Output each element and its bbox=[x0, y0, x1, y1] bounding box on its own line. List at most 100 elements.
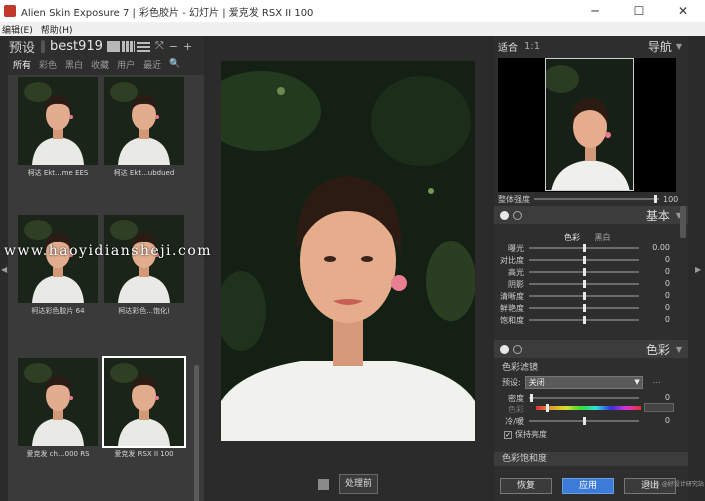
slider-knob[interactable] bbox=[583, 244, 586, 252]
adjustment-slider[interactable] bbox=[529, 394, 639, 402]
adjustment-row: 曝光 0.00 bbox=[494, 243, 680, 253]
reset-button[interactable]: 恢复 bbox=[500, 478, 552, 494]
adjustment-value[interactable]: 0 bbox=[665, 315, 670, 324]
compare-view-icon[interactable] bbox=[317, 478, 329, 490]
zoom-1to1-button[interactable]: 1:1 bbox=[524, 41, 540, 52]
collapse-left-panel-button[interactable]: ◀ bbox=[1, 265, 7, 274]
preset-dropdown-label: 预设: bbox=[502, 377, 521, 387]
adjustment-slider[interactable] bbox=[529, 316, 639, 324]
power-toggle-icon[interactable] bbox=[500, 344, 509, 354]
preset-options-icon[interactable]: ⋯ bbox=[653, 378, 661, 387]
add-preset-button[interactable]: + bbox=[183, 40, 192, 53]
preset-thumbnail[interactable]: 柯达 Ekt...ubdued bbox=[104, 77, 184, 182]
tab-recent[interactable]: 最近 bbox=[143, 58, 161, 71]
overall-strength-slider[interactable] bbox=[534, 195, 659, 203]
adjustment-value[interactable]: 0 bbox=[665, 303, 670, 312]
adjustment-slider[interactable] bbox=[529, 280, 639, 288]
adjustment-value[interactable]: 0.00 bbox=[652, 243, 670, 252]
remove-preset-button[interactable]: − bbox=[169, 40, 178, 53]
slider-knob[interactable] bbox=[583, 292, 586, 300]
slider-knob[interactable] bbox=[654, 195, 658, 203]
adjustment-label: 清晰度 bbox=[500, 292, 524, 301]
slider-knob[interactable] bbox=[530, 394, 534, 402]
tab-user[interactable]: 用户 bbox=[117, 58, 135, 71]
minimize-button[interactable]: ─ bbox=[573, 0, 617, 22]
adjustment-value[interactable]: 0 bbox=[665, 255, 670, 264]
chevron-down-icon[interactable]: ▼ bbox=[676, 345, 682, 354]
presets-separator: ‖ bbox=[40, 39, 47, 53]
adjustment-slider[interactable] bbox=[529, 256, 639, 264]
preview-area: 处理前 bbox=[207, 36, 489, 501]
preset-thumbnail[interactable]: 爱克发 ch...000 RS bbox=[18, 358, 98, 463]
watermark-text: www.haoyidiansheji.com bbox=[4, 243, 213, 259]
color-saturation-header[interactable]: 色彩饱和度 bbox=[494, 452, 688, 466]
adjustment-slider[interactable] bbox=[529, 417, 639, 425]
chevron-down-icon[interactable]: ▼ bbox=[676, 42, 682, 51]
color-filter-title: 色彩滤镜 bbox=[502, 363, 539, 373]
navigator-viewport[interactable] bbox=[498, 58, 676, 192]
adjustment-slider[interactable] bbox=[529, 292, 639, 300]
slider-knob[interactable] bbox=[583, 304, 586, 312]
adjustment-value[interactable]: 0 bbox=[665, 291, 670, 300]
tab-color-mode[interactable]: 色彩 bbox=[564, 233, 580, 242]
grid-view-icon[interactable] bbox=[121, 40, 135, 52]
preset-thumbnail[interactable]: 柯达彩色胶片 64 bbox=[18, 215, 98, 320]
adjustment-value[interactable]: 0 bbox=[665, 267, 670, 276]
adjustment-value[interactable]: 0 bbox=[665, 279, 670, 288]
basic-section-header[interactable]: 基本 ▼ bbox=[494, 206, 688, 224]
tab-color[interactable]: 彩色 bbox=[39, 58, 57, 71]
slider-knob[interactable] bbox=[583, 256, 586, 264]
collection-name[interactable]: best919 bbox=[50, 39, 103, 54]
basic-mode-tabs: 色彩 黑白 bbox=[564, 232, 623, 243]
before-processing-button[interactable]: 处理前 bbox=[338, 474, 378, 494]
apply-button[interactable]: 应用 bbox=[562, 478, 614, 494]
menu-edit[interactable]: 编辑(E) bbox=[2, 23, 33, 36]
list-view-icon[interactable] bbox=[136, 40, 150, 52]
preset-label: 柯达 Ekt...me EES bbox=[27, 169, 89, 177]
presets-scrollbar[interactable] bbox=[194, 365, 199, 501]
preset-preview-image bbox=[18, 77, 98, 165]
thumbnail-view-icon[interactable] bbox=[106, 40, 120, 52]
adjustment-row: 高光 0 bbox=[494, 267, 680, 277]
overall-strength-label: 整体强度 bbox=[498, 194, 530, 204]
slider-knob[interactable] bbox=[583, 316, 586, 324]
menu-help[interactable]: 帮助(H) bbox=[41, 23, 73, 36]
presets-title: 预设 bbox=[9, 40, 36, 56]
slider-knob[interactable] bbox=[583, 280, 586, 288]
preset-preview-image bbox=[104, 77, 184, 165]
adjustment-slider[interactable] bbox=[529, 244, 639, 252]
adjustments-scrollbar[interactable] bbox=[680, 206, 686, 238]
tab-favorites[interactable]: 收藏 bbox=[91, 58, 109, 71]
preset-thumbnail[interactable]: 柯达 Ekt...me EES bbox=[18, 77, 98, 182]
search-icon[interactable]: 🔍 bbox=[169, 59, 180, 69]
slider-knob[interactable] bbox=[583, 268, 586, 276]
reset-icon[interactable] bbox=[513, 344, 522, 354]
preset-thumbnail-selected[interactable]: 爱克发 RSX II 100 bbox=[102, 356, 186, 463]
adjustment-label: 饱和度 bbox=[500, 316, 524, 325]
hue-slider[interactable] bbox=[536, 404, 641, 412]
main-preview-image[interactable] bbox=[221, 61, 475, 441]
adjustment-slider[interactable] bbox=[529, 304, 639, 312]
slider-knob[interactable] bbox=[583, 417, 586, 425]
zoom-fit-button[interactable]: 适合 bbox=[498, 39, 518, 54]
tab-all[interactable]: 所有 bbox=[13, 58, 31, 71]
collapse-all-icon[interactable]: ⤧ bbox=[155, 39, 164, 53]
tab-bw[interactable]: 黑白 bbox=[65, 58, 83, 71]
preserve-brightness-label: 保持亮度 bbox=[515, 430, 547, 439]
adjustment-value[interactable]: 0 bbox=[665, 416, 670, 425]
adjustment-slider[interactable] bbox=[529, 268, 639, 276]
color-filter-preset-row: 预设: 关闭 ▼ ⋯ bbox=[502, 375, 682, 389]
adjustment-value[interactable]: 0 bbox=[665, 393, 670, 402]
collapse-right-panel-button[interactable]: ▶ bbox=[695, 265, 701, 274]
preset-thumbnail[interactable]: 柯达彩色...饱化) bbox=[104, 215, 184, 320]
tab-bw-mode[interactable]: 黑白 bbox=[595, 233, 611, 242]
slider-knob[interactable] bbox=[545, 404, 549, 412]
power-toggle-icon[interactable] bbox=[500, 210, 509, 220]
preserve-brightness-checkbox[interactable]: ✓ bbox=[504, 430, 512, 439]
maximize-button[interactable]: ☐ bbox=[617, 0, 661, 22]
color-filter-preset-dropdown[interactable]: 关闭 ▼ bbox=[524, 375, 643, 389]
close-button[interactable]: ✕ bbox=[661, 0, 705, 22]
menu-bar: 编辑(E) 帮助(H) bbox=[0, 22, 705, 36]
color-section-header[interactable]: 色彩 ▼ bbox=[494, 340, 688, 358]
reset-icon[interactable] bbox=[513, 210, 522, 220]
